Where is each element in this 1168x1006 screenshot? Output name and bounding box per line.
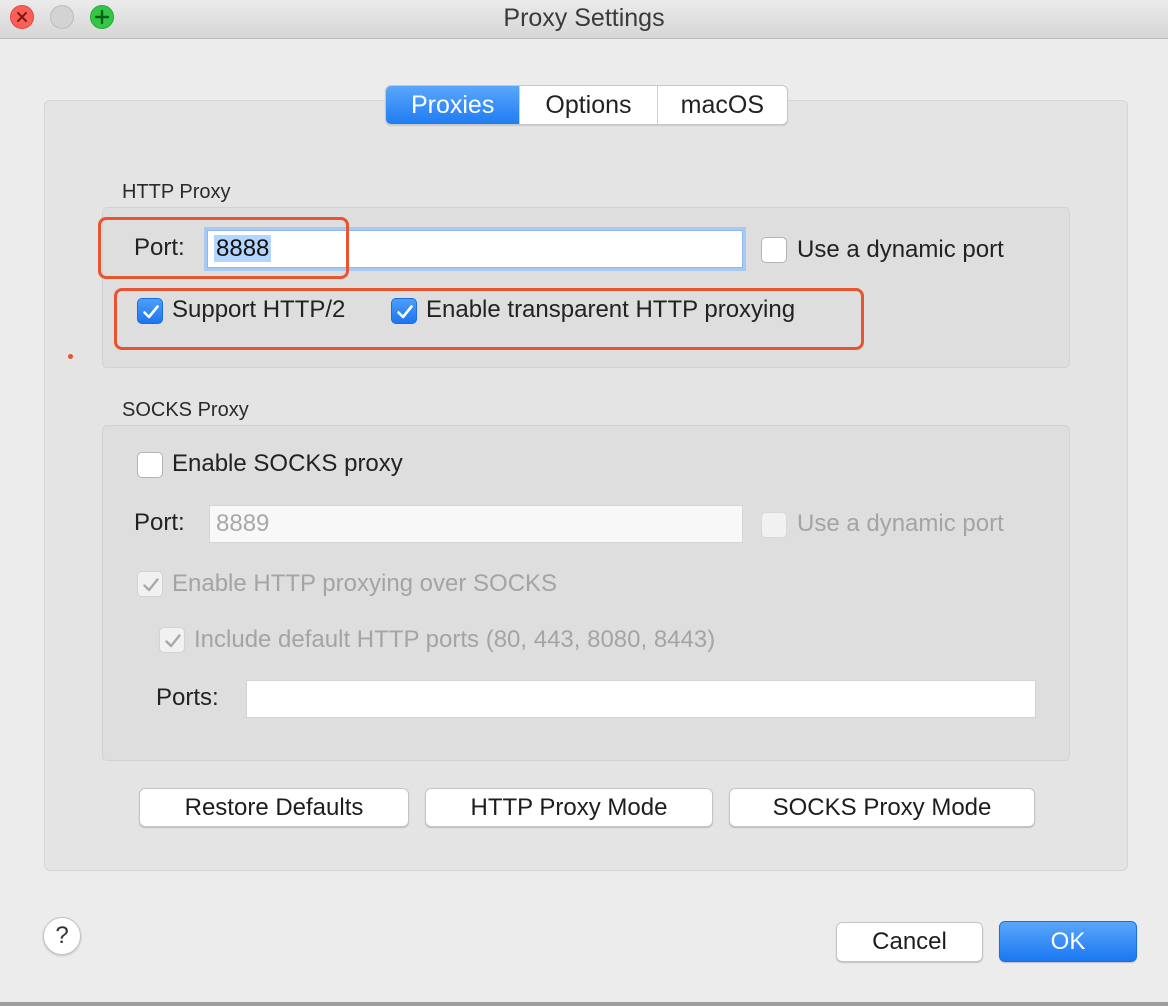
socks-port-label: Port: — [134, 509, 185, 536]
checkmark-icon — [165, 634, 181, 648]
socks-ports-input[interactable] — [246, 680, 1036, 718]
cancel-button[interactable]: Cancel — [836, 922, 983, 962]
http-over-socks-label: Enable HTTP proxying over SOCKS — [172, 570, 558, 597]
help-button[interactable]: ? — [43, 917, 81, 955]
window-title: Proxy Settings — [503, 4, 665, 32]
checkmark-icon — [143, 578, 159, 592]
default-ports-checkbox[interactable] — [159, 627, 185, 653]
http-dynamic-port-label: Use a dynamic port — [797, 236, 1004, 263]
http-dynamic-port-checkbox[interactable] — [761, 237, 787, 263]
http-over-socks-checkbox[interactable] — [137, 571, 163, 597]
tab-proxies[interactable]: Proxies — [386, 86, 521, 124]
http-proxy-mode-button[interactable]: HTTP Proxy Mode — [425, 788, 713, 827]
tab-bar: Proxies Options macOS — [385, 85, 788, 125]
port-highlight-annotation — [98, 217, 349, 279]
enable-socks-label: Enable SOCKS proxy — [172, 450, 403, 477]
socks-dynamic-port-label: Use a dynamic port — [797, 510, 1004, 537]
tab-options[interactable]: Options — [520, 86, 658, 124]
ok-button[interactable]: OK — [999, 921, 1137, 962]
socks-port-input[interactable]: 8889 — [209, 505, 743, 543]
socks-proxy-section-label: SOCKS Proxy — [122, 399, 249, 421]
socks-ports-label: Ports: — [156, 684, 219, 711]
tab-macos[interactable]: macOS — [658, 86, 787, 124]
window-bottom-edge — [0, 1002, 1168, 1006]
checkbox-highlight-annotation — [114, 288, 864, 350]
default-ports-label: Include default HTTP ports (80, 443, 808… — [194, 626, 716, 653]
enable-socks-checkbox[interactable] — [137, 452, 163, 478]
socks-proxy-mode-button[interactable]: SOCKS Proxy Mode — [729, 788, 1035, 827]
http-proxy-section-label: HTTP Proxy — [122, 181, 231, 203]
socks-dynamic-port-checkbox[interactable] — [761, 512, 787, 538]
restore-defaults-button[interactable]: Restore Defaults — [139, 788, 409, 827]
annotation-dot — [68, 354, 73, 359]
